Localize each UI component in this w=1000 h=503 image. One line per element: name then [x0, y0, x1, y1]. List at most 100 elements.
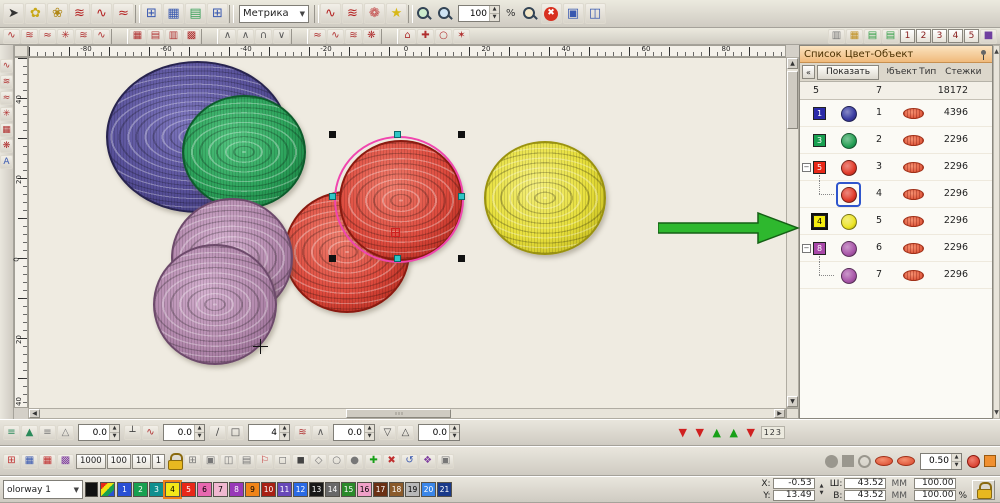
monogram-tool-icon[interactable]: ✿: [25, 3, 46, 24]
grid-tool-3-icon[interactable]: ▤: [185, 3, 206, 24]
stitch-motif-icon[interactable]: ✳: [57, 29, 74, 44]
select-tool-icon[interactable]: ➤: [3, 3, 24, 24]
selection-handle-nw[interactable]: [329, 131, 336, 138]
tatami-oval-2-icon[interactable]: [897, 456, 915, 466]
zoom-level-field[interactable]: ▲▼: [458, 5, 500, 22]
palette-chip[interactable]: 1: [117, 482, 132, 497]
rail-down-icon[interactable]: ▼: [994, 409, 999, 416]
nodes-icon[interactable]: ❖: [419, 454, 436, 469]
panel-titlebar[interactable]: Список Цвет-Объект: [800, 46, 992, 63]
grid-snap-icon[interactable]: ⊞: [3, 454, 20, 469]
peak-4-icon[interactable]: ∨: [273, 29, 290, 44]
scroll-up-icon[interactable]: ▲: [787, 58, 798, 69]
stop-icon[interactable]: ✖: [541, 3, 562, 24]
filled-square-shape-icon[interactable]: [842, 455, 854, 467]
stitch-type-icon[interactable]: [903, 135, 924, 146]
palette-chip[interactable]: 16: [357, 482, 372, 497]
object-thumbnail[interactable]: [838, 211, 859, 232]
palette-chip[interactable]: 2: [133, 482, 148, 497]
color-swatch[interactable]: 3: [813, 134, 826, 147]
flower-stitch-icon[interactable]: ❁: [364, 3, 385, 24]
palette-chip[interactable]: 21: [437, 482, 452, 497]
stitch-contour-icon[interactable]: ∿: [93, 29, 110, 44]
object-row[interactable]: 3 2 2296: [800, 127, 992, 154]
color-swatch[interactable]: 1: [813, 107, 826, 120]
peak-1-icon[interactable]: ∧: [219, 29, 236, 44]
motif-tool-icon[interactable]: ✳: [0, 107, 13, 121]
angle-icon[interactable]: ∕: [209, 425, 226, 440]
zoom-box-icon[interactable]: ⊞: [184, 454, 201, 469]
add-node-icon[interactable]: ✚: [365, 454, 382, 469]
stitch-type-icon[interactable]: [903, 216, 924, 227]
travel-up-2-icon[interactable]: ▲: [726, 425, 742, 441]
travel-up-icon[interactable]: ▲: [709, 425, 725, 441]
peak-3-icon[interactable]: ∩: [255, 29, 272, 44]
fill-pattern-3-icon[interactable]: ▥: [165, 29, 182, 44]
stitch-satin-icon[interactable]: ≋: [21, 29, 38, 44]
design-page-button[interactable]: 4: [948, 29, 963, 43]
stitch-type-icon[interactable]: [903, 243, 924, 254]
design-page-button[interactable]: 1: [900, 29, 915, 43]
outline-run-icon[interactable]: ○: [435, 29, 452, 44]
value-input-5[interactable]: [419, 428, 449, 438]
metrika-dropdown[interactable]: Метрика▼: [239, 5, 309, 23]
value-field-3[interactable]: ▲▼: [248, 424, 290, 441]
delete-node-icon[interactable]: ✖: [383, 454, 400, 469]
properties-icon[interactable]: ▣: [437, 454, 454, 469]
stitch-tatami-icon[interactable]: ≈: [39, 29, 56, 44]
spinner-up-icon[interactable]: ▲: [490, 6, 499, 14]
offset-up-icon[interactable]: △: [397, 425, 414, 440]
palette-chip[interactable]: 17: [373, 482, 388, 497]
stitch-type-icon[interactable]: [903, 108, 924, 119]
pattern-tool-icon[interactable]: ❋: [0, 139, 13, 153]
color-dock-icon[interactable]: ▦: [846, 29, 863, 44]
object-row[interactable]: 7 2296: [800, 262, 992, 289]
selection-handle-s[interactable]: [394, 255, 401, 262]
value-input-1[interactable]: [79, 428, 109, 438]
design-page-button[interactable]: 2: [916, 29, 931, 43]
palette-chip[interactable]: 10: [261, 482, 276, 497]
travel-step-button[interactable]: 1000: [76, 454, 106, 469]
grid-tool-1-icon[interactable]: ⊞: [141, 3, 162, 24]
stitch-zigzag-icon[interactable]: ∿: [3, 29, 20, 44]
star-fill-icon[interactable]: ✶: [453, 29, 470, 44]
underlay-3-icon[interactable]: △: [57, 425, 74, 440]
reshape-icon[interactable]: ↺: [401, 454, 418, 469]
motif-run-4-icon[interactable]: ❋: [363, 29, 380, 44]
star-stitch-icon[interactable]: ★: [386, 3, 407, 24]
stitch-type-icon[interactable]: [903, 162, 924, 173]
travel-step-button[interactable]: 10: [132, 454, 151, 469]
fill-tool-icon[interactable]: ▦: [0, 123, 13, 137]
design-page-button[interactable]: 3: [932, 29, 947, 43]
travel-down-icon[interactable]: ▼: [743, 425, 759, 441]
palette-chip[interactable]: 13: [309, 482, 324, 497]
outline-width-field[interactable]: ▲▼: [920, 453, 962, 470]
field-spinner[interactable]: ▲▼: [194, 425, 204, 440]
travel-step-button[interactable]: 1: [152, 454, 165, 469]
stitch-pattern-3-icon[interactable]: ≈: [113, 3, 134, 24]
outline-width-input[interactable]: [921, 456, 951, 466]
stitch-type-icon[interactable]: [903, 270, 924, 281]
multicolor-chip[interactable]: [100, 482, 115, 497]
design-page-button[interactable]: 5: [964, 29, 979, 43]
doc-blue-2-icon[interactable]: ◫: [585, 3, 606, 24]
scroll-right-icon[interactable]: ▶: [774, 409, 785, 418]
lock-icon[interactable]: [167, 453, 182, 469]
satin-tool-icon[interactable]: ≈: [0, 91, 13, 105]
value-field-2[interactable]: ▲▼: [163, 424, 205, 441]
tree-collapse-icon[interactable]: −: [802, 244, 811, 253]
motif-run-2-icon[interactable]: ∿: [327, 29, 344, 44]
color-swatch[interactable]: 8: [813, 242, 826, 255]
value-input-4[interactable]: [334, 428, 364, 438]
zoom-in-icon[interactable]: [414, 4, 434, 24]
pull-comp-icon[interactable]: ┴: [124, 425, 141, 440]
value-field-4[interactable]: ▲▼: [333, 424, 375, 441]
field-spinner[interactable]: ▲▼: [449, 425, 459, 440]
letter-tool-icon[interactable]: A: [0, 155, 13, 169]
zoom-to-fit-icon[interactable]: [520, 4, 540, 24]
vertical-scroll-thumb[interactable]: [787, 71, 798, 129]
show-stitches-icon[interactable]: ◻: [274, 454, 291, 469]
outline-circle-shape-icon[interactable]: [858, 455, 871, 468]
buttonhole-icon[interactable]: ✚: [417, 29, 434, 44]
palette-chip[interactable]: 14: [325, 482, 340, 497]
